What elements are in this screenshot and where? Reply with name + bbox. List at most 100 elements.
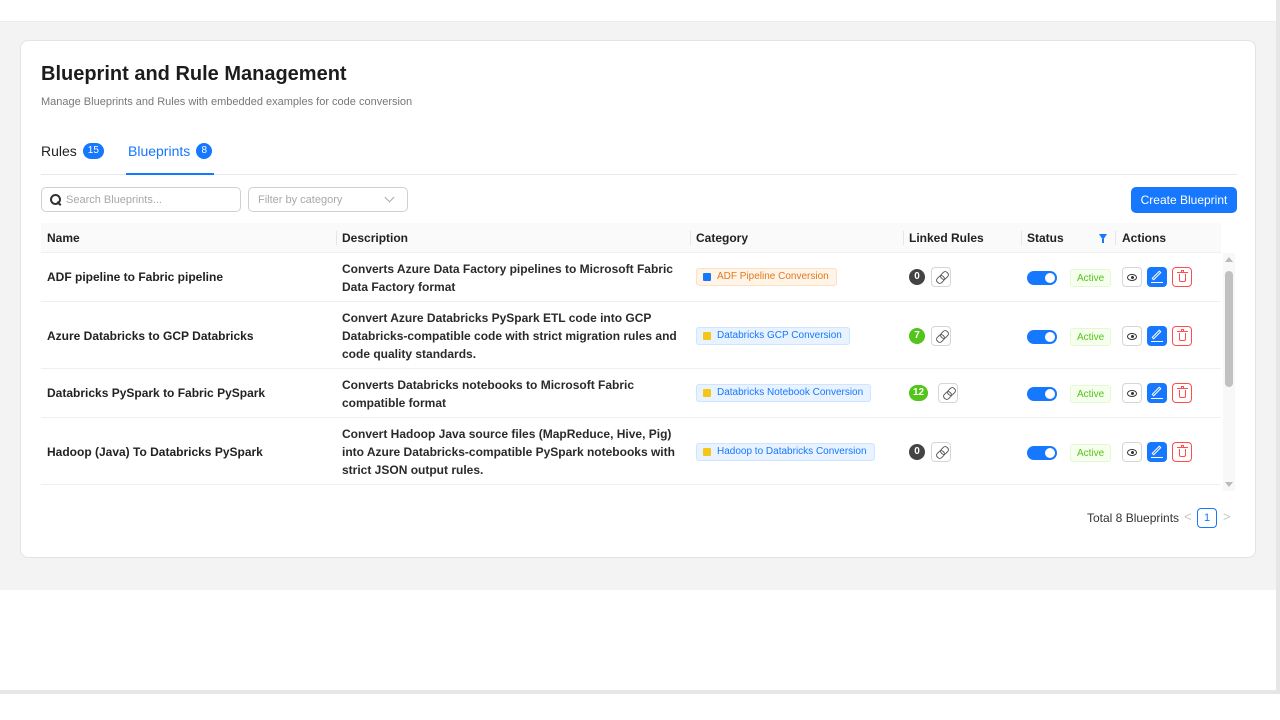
category-filter-select[interactable]: Filter by category [248,187,408,212]
search-box[interactable] [41,187,241,212]
category-label: ADF Pipeline Conversion [717,271,829,282]
view-button[interactable] [1122,442,1142,462]
delete-button[interactable] [1172,383,1192,403]
link-rules-button[interactable] [938,383,958,403]
linked-rules-count: 12 [909,385,929,401]
edit-button[interactable] [1147,267,1167,287]
toggle-knob [1045,332,1055,342]
blueprint-description: Convert Hadoop Java source files (MapRed… [342,427,675,477]
toggle-knob [1045,273,1055,283]
link-icon [944,388,953,399]
column-header-linked-rules[interactable]: Linked Rules [909,223,984,253]
blueprint-description: Convert Azure Databricks PySpark ETL cod… [342,311,677,361]
trash-icon [1179,274,1186,282]
column-divider [690,231,691,245]
view-button[interactable] [1122,383,1142,403]
window-edge-right [1276,0,1280,694]
pencil-icon [1151,270,1162,281]
blueprint-name: Hadoop (Java) To Databricks PySpark [47,445,263,459]
status-toggle[interactable] [1027,446,1057,460]
view-button[interactable] [1122,326,1142,346]
status-badge: Active [1070,385,1112,403]
status-filter-icon[interactable] [1099,234,1107,243]
management-card: Blueprint and Rule Management Manage Blu… [20,40,1256,558]
status-toggle[interactable] [1027,271,1057,285]
trash-icon [1179,449,1186,457]
table-header: Name Description Category Linked Rules S… [41,223,1221,253]
trash-lid [1177,272,1188,273]
scroll-up-arrow-icon[interactable] [1225,257,1233,262]
category-tag: Databricks GCP Conversion [696,327,850,345]
column-header-name[interactable]: Name [47,223,80,253]
pagination-page-1[interactable]: 1 [1197,508,1217,528]
window-edge-bottom [0,690,1280,694]
eye-icon [1127,449,1137,456]
status-toggle[interactable] [1027,330,1057,344]
scrollbar-thumb[interactable] [1225,271,1233,387]
blueprint-description: Converts Databricks notebooks to Microso… [342,378,635,410]
edit-button[interactable] [1147,326,1167,346]
category-tag: Hadoop to Databricks Conversion [696,443,875,461]
blueprint-name: ADF pipeline to Fabric pipeline [47,270,224,284]
column-divider [1115,231,1116,245]
category-tag: Databricks Notebook Conversion [696,384,872,402]
column-divider [1021,231,1022,245]
trash-icon [1179,390,1186,398]
eye-icon [1127,333,1137,340]
trash-lid [1177,388,1188,389]
top-bar [0,0,1280,22]
category-filter-placeholder: Filter by category [258,193,343,206]
search-input[interactable] [66,193,226,206]
scroll-down-arrow-icon[interactable] [1225,482,1233,487]
page-subtitle: Manage Blueprints and Rules with embedde… [41,96,413,108]
tab-rules[interactable]: Rules 15 [41,143,104,175]
delete-button[interactable] [1172,442,1192,462]
link-icon [937,331,946,342]
edit-button[interactable] [1147,383,1167,403]
blueprint-name: Databricks PySpark to Fabric PySpark [47,386,266,400]
category-label: Databricks Notebook Conversion [717,387,864,398]
delete-button[interactable] [1172,267,1192,287]
link-icon [937,272,946,283]
pencil-icon [1151,386,1162,397]
notebook-icon [703,389,711,397]
delete-button[interactable] [1172,326,1192,346]
status-toggle[interactable] [1027,387,1057,401]
column-header-category[interactable]: Category [696,223,748,253]
pencil-underline [1151,341,1163,342]
eye-icon [1127,390,1137,397]
pencil-icon [1151,445,1162,456]
tab-rules-count-badge: 15 [82,143,104,159]
tab-rules-label: Rules [41,143,77,159]
column-header-description[interactable]: Description [342,223,408,253]
tab-blueprints-label: Blueprints [128,143,191,159]
notebook-icon [703,332,711,340]
create-blueprint-button[interactable]: Create Blueprint [1131,187,1237,213]
table-scrollbar[interactable] [1223,253,1235,491]
column-header-status[interactable]: Status [1027,223,1064,253]
status-badge: Active [1070,328,1112,346]
trash-lid [1177,447,1188,448]
trash-lid [1177,331,1188,332]
pagination-prev-button[interactable]: < [1184,509,1192,524]
linked-rules-count: 0 [909,269,925,285]
pagination-total: Total 8 Blueprints [1087,511,1180,525]
column-header-actions: Actions [1122,231,1167,245]
eye-icon [1127,274,1137,281]
link-rules-button[interactable] [931,326,951,346]
category-label: Databricks GCP Conversion [717,330,842,341]
column-divider [903,231,904,245]
link-rules-button[interactable] [931,267,951,287]
toggle-knob [1045,448,1055,458]
view-button[interactable] [1122,267,1142,287]
category-label: Hadoop to Databricks Conversion [717,446,867,457]
linked-rules-count: 0 [909,444,925,460]
link-rules-button[interactable] [931,442,951,462]
notebook-icon [703,448,711,456]
tab-bar: Rules 15 Blueprints 8 [41,137,1237,175]
tab-blueprints[interactable]: Blueprints 8 [126,143,215,175]
table-row: Databricks PySpark to Fabric PySpark Con… [41,369,1221,418]
edit-button[interactable] [1147,442,1167,462]
table-row: Azure Databricks to GCP Databricks Conve… [41,302,1221,369]
pagination-next-button[interactable]: > [1223,509,1231,524]
